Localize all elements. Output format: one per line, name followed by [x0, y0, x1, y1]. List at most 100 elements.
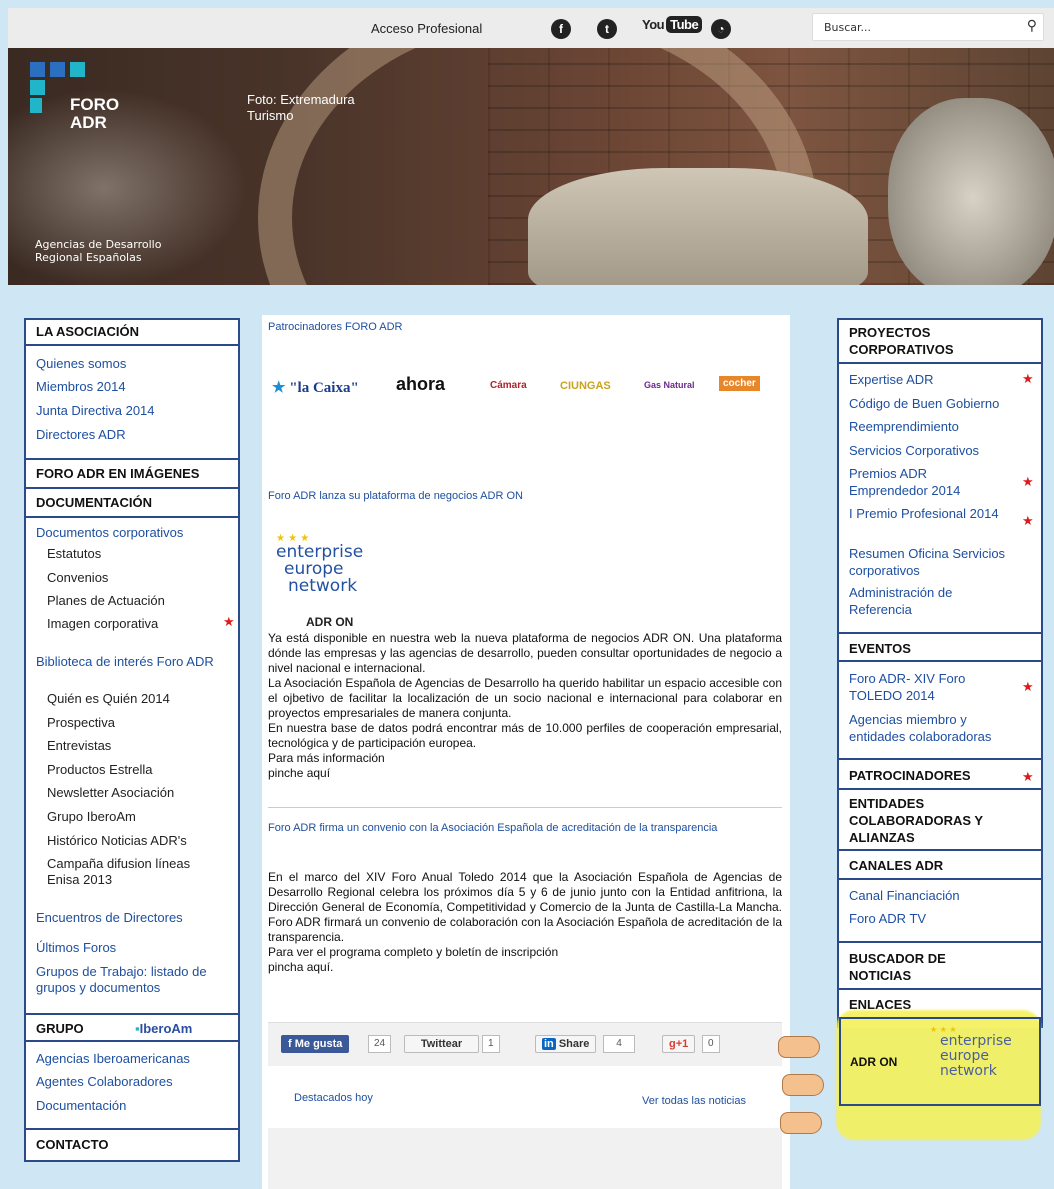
- nav-campana-enisa[interactable]: Campaña difusion líneas Enisa 2013: [26, 856, 226, 888]
- divider: [26, 516, 238, 518]
- nav-grupos-trabajo[interactable]: Grupos de Trabajo: listado de grupos y d…: [26, 964, 226, 996]
- nav-la-asociacion[interactable]: LA ASOCIACIÓN: [26, 324, 149, 339]
- patrocinadores-link[interactable]: Patrocinadores FORO ADR: [268, 321, 403, 333]
- twitter-icon[interactable]: t: [597, 19, 617, 39]
- ciungas-logo[interactable]: CIUNGAS: [560, 380, 611, 392]
- divider: [839, 362, 1041, 364]
- nav-premio-profesional[interactable]: I Premio Profesional 2014: [849, 505, 999, 522]
- facebook-icon: f: [288, 1038, 295, 1050]
- star-icon: ★: [1022, 769, 1034, 784]
- twittear-button[interactable]: Twittear: [404, 1035, 479, 1053]
- adr-on-label[interactable]: ADR ON: [850, 1054, 897, 1071]
- acceso-profesional-link[interactable]: Acceso Profesional: [371, 21, 482, 36]
- nav-planes-actuacion[interactable]: Planes de Actuación: [26, 593, 165, 608]
- ver-todas-noticias-link[interactable]: Ver todas las noticias: [642, 1095, 746, 1107]
- nav-administracion-referencia[interactable]: Administración de Referencia: [849, 584, 989, 618]
- nav-servicios-corporativos[interactable]: Servicios Corporativos: [849, 442, 979, 459]
- nav-biblioteca[interactable]: Biblioteca de interés Foro ADR: [26, 654, 226, 670]
- nav-foro-adr-tv[interactable]: Foro ADR TV: [849, 910, 926, 927]
- nav-documentacion[interactable]: DOCUMENTACIÓN: [26, 495, 162, 510]
- nav-expertise-adr[interactable]: Expertise ADR: [849, 371, 934, 388]
- nav-patrocinadores[interactable]: PATROCINADORES: [849, 767, 971, 784]
- gas-natural-logo[interactable]: Gas Natural: [644, 380, 695, 390]
- youtube-icon[interactable]: You Tube: [642, 16, 703, 33]
- iberoam-logo[interactable]: ▪IberoAm: [135, 1021, 192, 1036]
- nav-grupo-iberoam[interactable]: Grupo IberoAm: [26, 809, 136, 824]
- nav-quienes-somos[interactable]: Quienes somos: [26, 356, 136, 371]
- nav-convenios[interactable]: Convenios: [26, 570, 108, 585]
- logo-line2: ADR: [70, 113, 107, 132]
- search-icon[interactable]: ⚲: [1027, 17, 1037, 34]
- divider: [839, 941, 1041, 943]
- ahora-logo[interactable]: ahora: [396, 374, 445, 395]
- star-icon: ★: [223, 614, 235, 629]
- nav-miembros[interactable]: Miembros 2014: [26, 379, 136, 394]
- facebook-icon[interactable]: f: [551, 19, 571, 39]
- nav-imagen-corporativa[interactable]: Imagen corporativa: [26, 616, 158, 631]
- divider: [26, 487, 238, 489]
- nav-agencias-miembro[interactable]: Agencias miembro y entidades colaborador…: [849, 711, 1024, 745]
- gplus-count: 0: [702, 1035, 720, 1053]
- share-label: Share: [558, 1038, 590, 1050]
- nav-encuentros[interactable]: Encuentros de Directores: [26, 910, 193, 925]
- logo-square: [30, 62, 45, 77]
- nav-proyectos-corporativos[interactable]: PROYECTOS CORPORATIVOS: [849, 324, 1019, 358]
- pointing-hand-icon: [780, 1112, 822, 1134]
- nav-agencias-iberoamericanas[interactable]: Agencias Iberoamericanas: [26, 1051, 200, 1066]
- destacados-hoy-link[interactable]: Destacados hoy: [294, 1092, 373, 1104]
- nav-canal-financiacion[interactable]: Canal Financiación: [849, 887, 960, 904]
- gplus-label: +1: [675, 1038, 689, 1050]
- news-convenio-title[interactable]: Foro ADR firma un convenio con la Asocia…: [268, 822, 782, 834]
- linkedin-share-button[interactable]: in Share: [535, 1035, 597, 1053]
- nav-foro-imagenes[interactable]: FORO ADR EN IMÁGENES: [26, 466, 209, 481]
- nav-agentes-colaboradores[interactable]: Agentes Colaboradores: [26, 1074, 183, 1089]
- logo-square: [70, 62, 85, 77]
- photo-credit: Foto: Extremadura Turismo: [247, 92, 355, 123]
- nav-productos-estrella[interactable]: Productos Estrella: [26, 762, 153, 777]
- news-adr-on-body: Ya está disponible en nuestra web la nue…: [268, 631, 782, 780]
- nav-grupo[interactable]: GRUPO: [26, 1021, 94, 1036]
- nav-prospectiva[interactable]: Prospectiva: [26, 715, 115, 730]
- nav-estatutos[interactable]: Estatutos: [26, 546, 101, 561]
- nav-eventos[interactable]: EVENTOS: [849, 640, 911, 657]
- logo-square: [50, 62, 65, 77]
- nav-buscador-noticias[interactable]: BUSCADOR DE NOTICIAS: [849, 950, 999, 984]
- een-line: network: [940, 1063, 997, 1079]
- nav-premios-adr[interactable]: Premios ADR Emprendedor 2014: [849, 465, 999, 499]
- nav-newsletter[interactable]: Newsletter Asociación: [26, 785, 174, 800]
- nav-ultimos-foros[interactable]: Últimos Foros: [26, 940, 126, 955]
- nav-quien-es-quien[interactable]: Quién es Quién 2014: [26, 691, 170, 706]
- gplus-button[interactable]: g+1: [662, 1035, 696, 1053]
- cocher-logo[interactable]: cocher: [719, 376, 760, 391]
- nav-documentacion-grupo[interactable]: Documentación: [26, 1098, 136, 1113]
- nav-junta-directiva[interactable]: Junta Directiva 2014: [26, 403, 165, 418]
- nav-resumen-oficina[interactable]: Resumen Oficina Servicios corporativos: [849, 545, 1009, 579]
- nav-contacto[interactable]: CONTACTO: [26, 1137, 118, 1152]
- nav-entrevistas[interactable]: Entrevistas: [26, 738, 111, 753]
- nav-codigo-buen-gobierno[interactable]: Código de Buen Gobierno: [849, 395, 999, 412]
- divider: [26, 1013, 238, 1015]
- search-input[interactable]: [813, 14, 1013, 40]
- nav-reemprendimiento[interactable]: Reemprendimiento: [849, 418, 959, 435]
- camara-logo[interactable]: Cámara: [490, 380, 527, 391]
- site-subtitle: Agencias de Desarrollo Regional Española…: [35, 238, 162, 264]
- nav-foro-toledo[interactable]: Foro ADR- XIV Foro TOLEDO 2014: [849, 670, 999, 704]
- een-line: network: [288, 576, 358, 596]
- search-box: ⚲: [812, 13, 1044, 41]
- facebook-like-button[interactable]: f Me gusta: [281, 1035, 350, 1053]
- flickr-icon[interactable]: ◔: [711, 19, 731, 39]
- een-logo[interactable]: ★ ★ ★ enterprise europe network: [276, 534, 363, 595]
- nav-canales-adr[interactable]: CANALES ADR: [849, 857, 943, 874]
- nav-directores[interactable]: Directores ADR: [26, 427, 136, 442]
- een-line: europe: [940, 1048, 989, 1064]
- pointing-hand-icon: [782, 1074, 824, 1096]
- nav-documentos-corporativos[interactable]: Documentos corporativos: [26, 525, 193, 540]
- een-logo-sidebar[interactable]: ★ ★ ★ enterprise europe network: [930, 1026, 1012, 1079]
- nav-entidades-colaboradoras[interactable]: ENTIDADES COLABORADORAS Y ALIANZAS: [849, 795, 1024, 846]
- news-adr-on-title[interactable]: Foro ADR lanza su plataforma de negocios…: [268, 490, 523, 502]
- divider: [26, 1128, 238, 1130]
- la-caixa-star: ★: [272, 380, 286, 396]
- sidebar-border: [1039, 1017, 1041, 1105]
- la-caixa-logo[interactable]: ★ "la Caixa": [272, 378, 359, 397]
- nav-historico-noticias[interactable]: Histórico Noticias ADR's: [26, 833, 187, 848]
